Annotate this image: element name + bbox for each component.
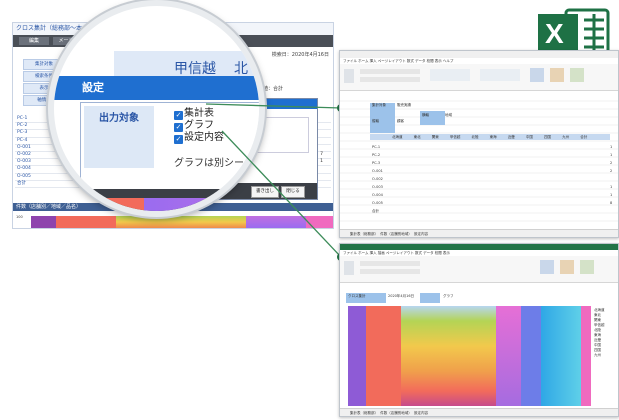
graph-note: グラフは別シー (174, 158, 244, 169)
ribbon (340, 64, 618, 91)
output-target-label: 出力対象 (99, 113, 139, 124)
checkbox-settings[interactable]: ✓ 設定内容 (174, 132, 224, 144)
sheet-tabs[interactable]: 集計表（総務部） 件数（店舗別地域） 設定内容 (340, 229, 618, 237)
sheet-tabs[interactable]: 集計表（総務部） 件数（店舗別地域） 設定内容 (340, 408, 618, 416)
excel-titlebar (340, 244, 618, 250)
magnifier-lens: 甲信越 北陸 設定 出力対象 ✓集計表 ✓グラフ ✓設定内容 グラフは別シー (48, 0, 265, 217)
sheet-tab[interactable]: 設定内容 (414, 411, 428, 415)
sheet-tab[interactable]: 設定内容 (414, 232, 428, 236)
edit-button[interactable]: 編集 (19, 37, 49, 45)
info-value: 販売実績 (397, 103, 411, 107)
info-label: 集計対象 (372, 103, 386, 107)
info-value: 顧客 (397, 119, 404, 123)
close-button[interactable]: 閉じる (281, 186, 305, 198)
checkbox-graph[interactable]: ✓ グラフ (174, 120, 214, 132)
check-icon: ✓ (174, 123, 183, 132)
checkbox-label: 設定内容 (184, 132, 224, 143)
column-headers: 北海道 東北 関東 甲信越 北陸 東海 近畿 中国 四国 九州 合計 (392, 135, 588, 139)
excel-window-chart: ファイル ホーム 挿入 描画 ページレイアウト 数式 データ 校閲 表示 クロス… (339, 243, 619, 417)
info-label: クロス集計 (348, 294, 366, 298)
search-date: 検索日：2020年4月16日 (271, 52, 329, 58)
info-value: 2020年4月16日 (388, 294, 415, 298)
worksheet[interactable]: 集計対象 販売実績 縦軸 顧客 横軸 地域 北海道 東北 関東 甲信越 北陸 東… (340, 93, 618, 229)
check-icon: ✓ (174, 111, 183, 120)
checkbox-summary[interactable]: ✓ 集計表 (174, 108, 214, 120)
header-col-koshinetsu: 甲信越 (174, 61, 216, 77)
sheet-tab[interactable]: 集計表（総務部） (350, 411, 378, 415)
info-value: 地域 (445, 113, 452, 117)
sheet-tab[interactable]: 件数（店舗別地域） (380, 232, 412, 236)
worksheet[interactable]: クロス集計 2020年4月16日 グラフ 北海道 東北 関東 甲信越 北陸 東海 近畿 中国四… (340, 292, 618, 408)
checkbox-label: グラフ (184, 120, 214, 131)
chart-legend: 北海道 東北 関東 甲信越 北陸 東海 近畿 中国 四国 九州 (594, 308, 605, 357)
excel-letter: X (545, 18, 564, 49)
info-label: 縦軸 (372, 119, 379, 123)
row-totals: 1122 118 (610, 145, 613, 205)
dialog-title: 設定 (54, 76, 259, 100)
row-labels: PC-1 PC-2 PC-3 O-001 O-002 O-003 O-004 O-005 合計 (372, 145, 383, 213)
axis-tick: 100 (16, 215, 23, 219)
mosaic-chart: 北海道 東北 関東 甲信越 北陸 東海 近畿 中国 四国 九州 (348, 306, 608, 406)
info-label: 横軸 (422, 113, 429, 117)
info-value: グラフ (443, 294, 454, 298)
sheet-tab[interactable]: 件数（店舗別地域） (380, 411, 412, 415)
sheet-tab[interactable]: 集計表（総務部） (350, 232, 378, 236)
excel-window-table: ファイル ホーム 挿入 ページレイアウト 数式 データ 校閲 表示 ヘルプ 集計… (339, 50, 619, 238)
ribbon (340, 256, 618, 283)
checkbox-label: 集計表 (184, 108, 214, 119)
check-icon: ✓ (174, 135, 183, 144)
excel-titlebar (340, 51, 618, 58)
